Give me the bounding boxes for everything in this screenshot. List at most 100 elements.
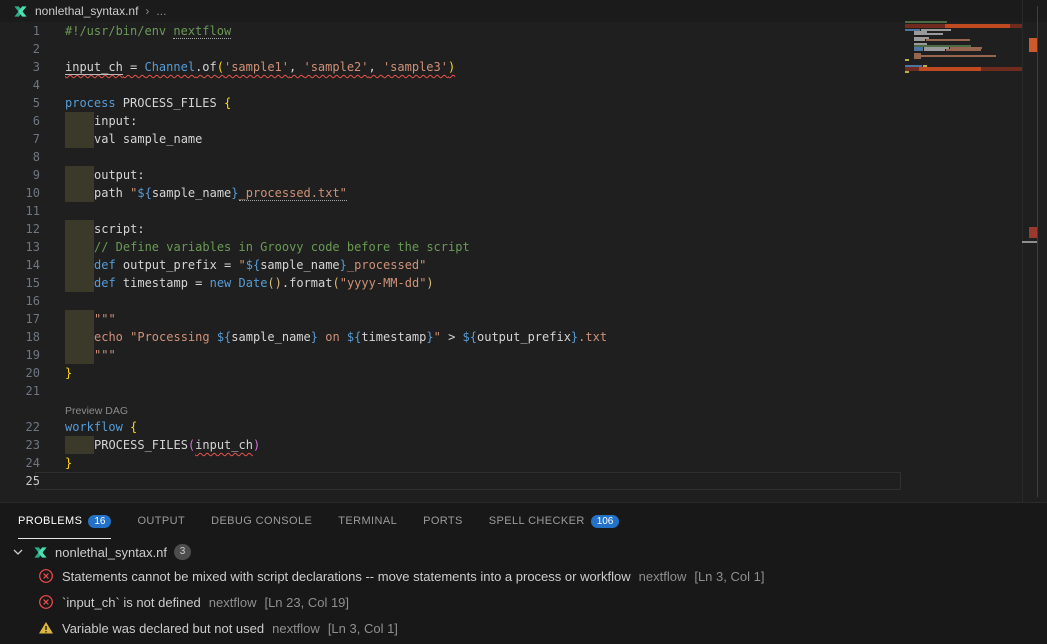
problems-filename: nonlethal_syntax.nf	[55, 545, 167, 560]
code-text: input_ch = Channel.of('sample1', 'sample…	[65, 58, 455, 76]
overview-ruler-marker	[1029, 227, 1037, 238]
indent-highlight	[65, 184, 94, 202]
code-line-5[interactable]: 5process PROCESS_FILES {	[0, 94, 905, 112]
code-line-18[interactable]: 18echo "Processing ${sample_name} on ${t…	[0, 328, 905, 346]
indent-highlight	[65, 220, 94, 238]
nextflow-file-icon	[13, 4, 28, 19]
code-line-13[interactable]: 13// Define variables in Groovy code bef…	[0, 238, 905, 256]
problem-row[interactable]: Variable was declared but not usednextfl…	[0, 615, 1047, 641]
line-number: 11	[0, 202, 40, 220]
panel-tab-label: OUTPUT	[137, 515, 185, 527]
problem-row[interactable]: `input_ch` is not defined nextflow [Ln 23,…	[0, 589, 1047, 615]
panel-tab-output[interactable]: OUTPUT	[137, 504, 185, 539]
line-number: 20	[0, 364, 40, 382]
panel-tab-spell-checker[interactable]: SPELL CHECKER 106	[489, 504, 620, 539]
panel-tab-badge: 106	[591, 515, 620, 528]
minimap-line	[919, 67, 981, 71]
panel-tab-debug-console[interactable]: DEBUG CONSOLE	[211, 504, 312, 539]
minimap-line	[914, 39, 925, 41]
problem-message: `input_ch` is not defined	[62, 595, 201, 610]
minimap-line	[924, 49, 945, 51]
code-line-15[interactable]: 15def timestamp = new Date().format("yyy…	[0, 274, 905, 292]
problems-list: Statements cannot be mixed with script d…	[0, 563, 1047, 641]
code-line-19[interactable]: 19"""	[0, 346, 905, 364]
code-line-12[interactable]: 12 script:	[0, 220, 905, 238]
overview-ruler-marker	[1029, 38, 1037, 52]
code-line-10[interactable]: 10 path "${sample_name}_processed.txt"	[0, 184, 905, 202]
code-editor[interactable]: 1 #!/usr/bin/env nextflow 23input_ch = Cha…	[0, 22, 905, 490]
indent-highlight	[65, 328, 94, 346]
code-text: PROCESS_FILES(input_ch)	[94, 436, 260, 454]
line-number: 17	[0, 310, 40, 328]
problem-location: [Ln 3, Col 1]	[328, 621, 398, 636]
breadcrumb-more[interactable]: ...	[156, 4, 166, 18]
line-number: 5	[0, 94, 40, 112]
error-icon	[38, 594, 54, 610]
breadcrumb[interactable]: nonlethal_syntax.nf › ...	[0, 0, 1047, 22]
indent-highlight	[65, 310, 94, 328]
code-text: path "${sample_name}_processed.txt"	[94, 184, 347, 202]
minimap[interactable]	[905, 0, 1022, 503]
code-line-9[interactable]: 9output:	[0, 166, 905, 184]
breadcrumb-filename[interactable]: nonlethal_syntax.nf	[35, 4, 138, 18]
problem-source: nextflow	[272, 621, 320, 636]
code-line-17[interactable]: 17 """	[0, 310, 905, 328]
panel-tab-label: PROBLEMS	[18, 515, 82, 527]
code-line-14[interactable]: 14 def output_prefix = "${sample_name}_pr…	[0, 256, 905, 274]
line-number: 25	[0, 472, 40, 490]
code-line-24[interactable]: 24}	[0, 454, 905, 472]
code-text: def output_prefix = "${sample_name}_proc…	[94, 256, 426, 274]
code-text: script:	[94, 220, 145, 238]
code-text: val sample_name	[94, 130, 202, 148]
line-number: 12	[0, 220, 40, 238]
problem-location: [Ln 23, Col 19]	[264, 595, 349, 610]
code-line-21[interactable]: 21	[0, 382, 905, 400]
problem-source: nextflow	[209, 595, 257, 610]
line-number: 6	[0, 112, 40, 130]
minimap-line	[946, 49, 981, 51]
panel-tab-ports[interactable]: PORTS	[423, 504, 463, 539]
problem-location: [Ln 3, Col 1]	[694, 569, 764, 584]
line-number: 1	[0, 22, 40, 40]
code-text: """	[94, 310, 116, 328]
indent-highlight	[65, 346, 94, 364]
indent-highlight	[65, 166, 94, 184]
line-number: 8	[0, 148, 40, 166]
code-line-7[interactable]: 7 val sample_name	[0, 130, 905, 148]
problem-row[interactable]: Statements cannot be mixed with script d…	[0, 563, 1047, 589]
chevron-down-icon[interactable]	[10, 544, 26, 560]
line-number: 13	[0, 238, 40, 256]
code-line-4[interactable]: 4	[0, 76, 905, 94]
line-number: 18	[0, 328, 40, 346]
code-line-16[interactable]: 16	[0, 292, 905, 310]
indent-highlight	[65, 436, 94, 454]
code-line-23[interactable]: 23PROCESS_FILES(input_ch)	[0, 436, 905, 454]
code-line-1[interactable]: 1 #!/usr/bin/env nextflow	[0, 22, 905, 40]
line-number: 7	[0, 130, 40, 148]
code-line-11[interactable]: 11	[0, 202, 905, 220]
codelens-preview-dag[interactable]: Preview DAG	[0, 400, 905, 418]
panel-tab-label: SPELL CHECKER	[489, 515, 585, 527]
code-line-2[interactable]: 2	[0, 40, 905, 58]
code-line-6[interactable]: 6input:	[0, 112, 905, 130]
code-line-20[interactable]: 20}	[0, 364, 905, 382]
line-number: 14	[0, 256, 40, 274]
minimap-line	[926, 39, 970, 41]
line-number: 10	[0, 184, 40, 202]
code-text: }	[65, 454, 72, 472]
editor-region: nonlethal_syntax.nf › ... 1 #!/usr/bin/en…	[0, 0, 1047, 503]
minimap-line	[914, 33, 943, 35]
problem-message: Statements cannot be mixed with script d…	[62, 569, 631, 584]
code-line-22[interactable]: 22workflow {	[0, 418, 905, 436]
code-line-25[interactable]: 25	[0, 472, 905, 490]
code-text: def timestamp = new Date().format("yyyy-…	[94, 274, 434, 292]
code-text: #!/usr/bin/env nextflow	[65, 22, 231, 40]
panel-tab-problems[interactable]: PROBLEMS16	[18, 504, 111, 539]
panel-tab-terminal[interactable]: TERMINAL	[338, 504, 397, 539]
problems-file-group[interactable]: nonlethal_syntax.nf 3	[0, 541, 1047, 563]
code-line-3[interactable]: 3input_ch = Channel.of('sample1', 'sampl…	[0, 58, 905, 76]
current-line-highlight	[35, 472, 901, 490]
indent-highlight	[65, 238, 94, 256]
code-line-8[interactable]: 8	[0, 148, 905, 166]
line-number: 2	[0, 40, 40, 58]
